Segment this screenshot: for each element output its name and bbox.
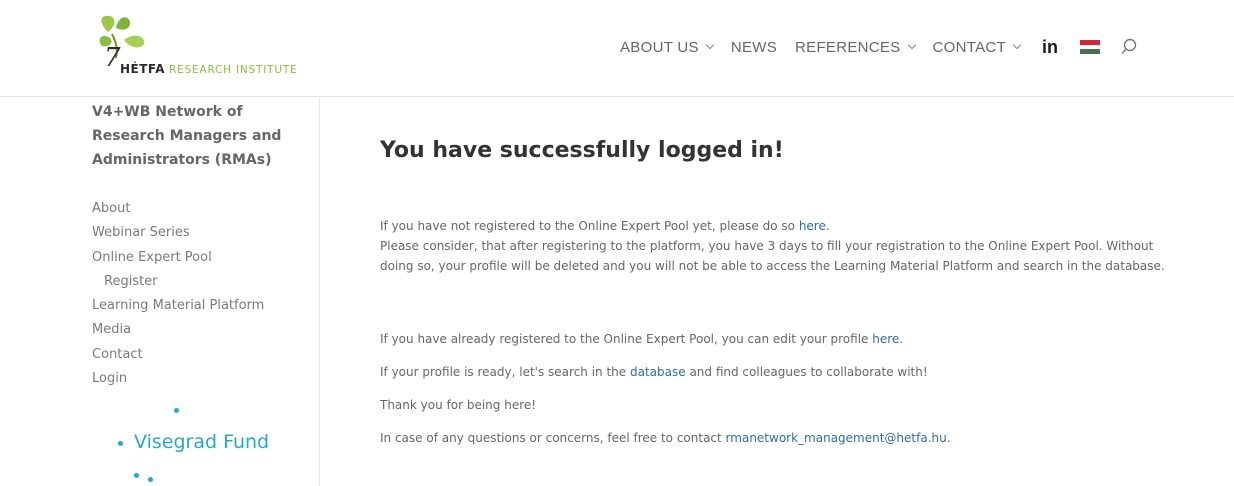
contact-email-link[interactable]: rmanetwork_management@hetfa.hu xyxy=(726,431,947,445)
logo-wordmark: HÉTFA RESEARCH INSTITUTE xyxy=(120,62,297,76)
sidebar-title: V4+WB Network of Research Managers and A… xyxy=(92,104,282,168)
notice-punct: . xyxy=(825,219,830,233)
sidebar-item-webinar-series[interactable]: Webinar Series xyxy=(92,221,264,245)
sidebar-item-about[interactable]: About xyxy=(92,197,264,221)
chevron-down-icon xyxy=(705,40,715,50)
site-header: 7 HÉTFA RESEARCH INSTITUTE ABOUT US NEWS … xyxy=(0,0,1234,97)
dot-icon xyxy=(134,473,139,478)
notice-text: If you have not registered to the Online… xyxy=(380,219,799,233)
page-title: You have successfully logged in! xyxy=(380,138,784,163)
contact-text: In case of any questions or concerns, fe… xyxy=(380,431,726,445)
hungarian-flag-icon[interactable] xyxy=(1080,40,1101,55)
dot-icon xyxy=(148,477,153,482)
contact-punct: . xyxy=(946,431,951,445)
sidebar-item-media[interactable]: Media xyxy=(92,318,264,342)
nav-contact[interactable]: CONTACT xyxy=(932,38,1022,56)
database-paragraph: If your profile is ready, let's search i… xyxy=(380,362,1190,382)
svg-text:7: 7 xyxy=(104,43,121,73)
notice-detail: Please consider, that after registering … xyxy=(380,239,1165,274)
edit-profile-paragraph: If you have already registered to the On… xyxy=(380,329,1190,349)
nav-about-us-label: ABOUT US xyxy=(620,38,699,56)
chevron-down-icon xyxy=(1012,40,1022,50)
nav-references[interactable]: REFERENCES xyxy=(795,38,916,56)
dot-icon xyxy=(174,408,179,413)
nav-about-us[interactable]: ABOUT US xyxy=(620,38,715,56)
edit-profile-text: If you have already registered to the On… xyxy=(380,332,873,346)
visegrad-fund-logo[interactable]: Visegrad Fund xyxy=(104,403,284,483)
sidebar-item-learning-material-platform[interactable]: Learning Material Platform xyxy=(92,294,264,318)
sidebar-item-contact[interactable]: Contact xyxy=(92,343,264,367)
thank-you-text: Thank you for being here! xyxy=(380,398,537,412)
database-text: If your profile is ready, let's search i… xyxy=(380,365,630,379)
register-here-link[interactable]: here xyxy=(799,219,826,233)
nav-contact-label: CONTACT xyxy=(932,38,1007,56)
database-link[interactable]: database xyxy=(630,365,686,379)
search-icon[interactable] xyxy=(1120,38,1138,56)
sidebar-item-register[interactable]: Register xyxy=(92,270,264,294)
nav-news[interactable]: NEWS xyxy=(731,39,777,56)
registration-notice: If you have not registered to the Online… xyxy=(380,216,1190,277)
hetfa-logo[interactable]: 7 HÉTFA RESEARCH INSTITUTE xyxy=(94,12,314,90)
database-text-end: and find colleagues to collaborate with! xyxy=(685,365,928,379)
main-nav: ABOUT US NEWS REFERENCES CONTACT in xyxy=(620,36,1138,58)
edit-profile-here-link[interactable]: here xyxy=(872,332,899,346)
logo-subtitle: RESEARCH INSTITUTE xyxy=(169,64,298,76)
leaf-logo-icon: 7 xyxy=(99,15,145,73)
sidebar-item-login[interactable]: Login xyxy=(92,367,264,391)
nav-news-label: NEWS xyxy=(730,38,778,56)
linkedin-icon[interactable]: in xyxy=(1042,37,1058,58)
chevron-down-icon xyxy=(907,40,916,50)
logo-brand: HÉTFA xyxy=(120,62,166,76)
dot-icon xyxy=(118,441,123,446)
visegrad-fund-label: Visegrad Fund xyxy=(134,431,270,453)
sidebar-item-online-expert-pool[interactable]: Online Expert Pool xyxy=(92,246,264,270)
sidebar: V4+WB Network of Research Managers and A… xyxy=(0,98,320,486)
nav-references-label: REFERENCES xyxy=(795,38,901,56)
contact-paragraph: In case of any questions or concerns, fe… xyxy=(380,428,1190,448)
sidebar-menu: About Webinar Series Online Expert Pool … xyxy=(92,197,264,391)
edit-profile-punct: . xyxy=(899,332,904,346)
